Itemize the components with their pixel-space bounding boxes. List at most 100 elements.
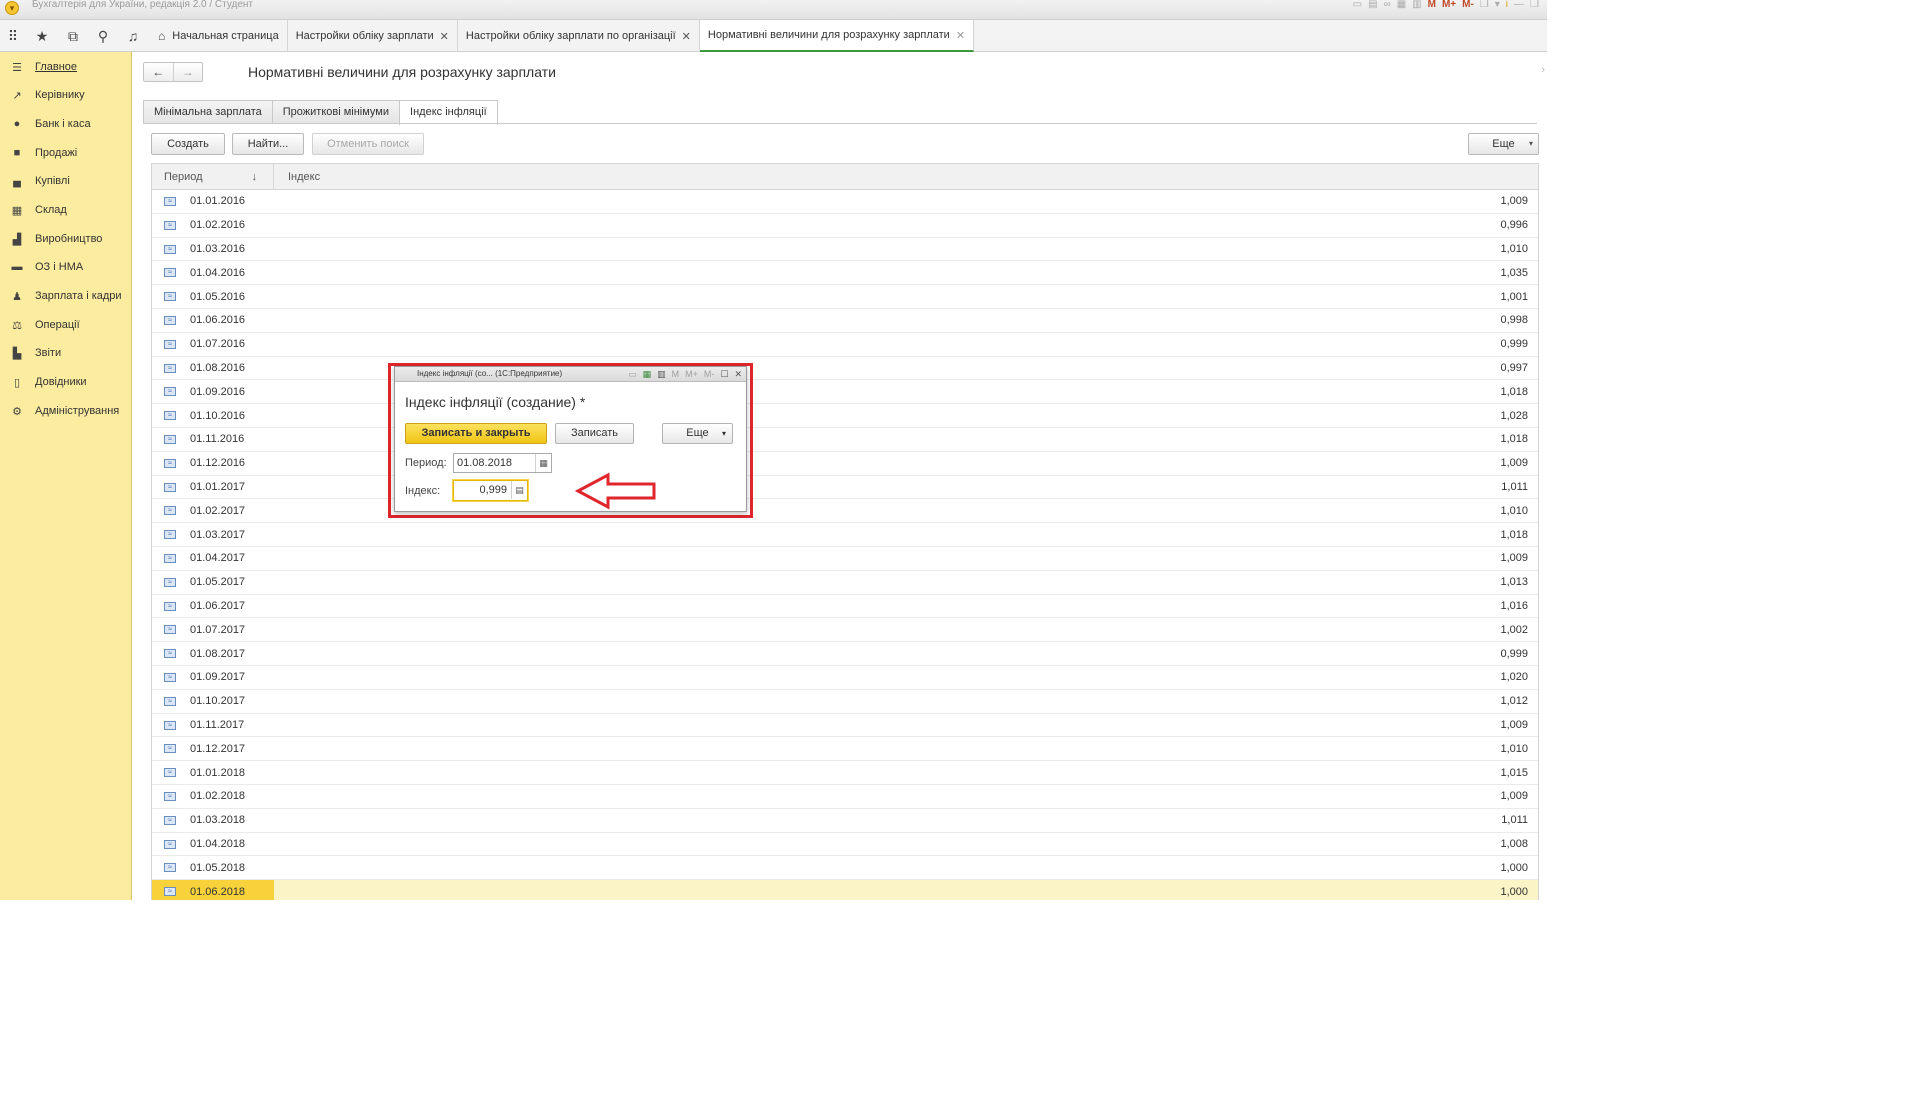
sidebar-item-main[interactable]: ☰ Главное: [0, 55, 132, 79]
find-button[interactable]: Найти...: [232, 133, 304, 155]
table-row[interactable]: ≈01.06.2017 1,016: [152, 595, 1538, 619]
sidebar-item-payroll-hr[interactable]: ♟ Зарплата і кадри: [0, 284, 132, 308]
table-row[interactable]: ≈01.04.2017 1,009: [152, 547, 1538, 571]
sidebar-item-sales[interactable]: ■ Продажі: [0, 141, 132, 165]
table-row[interactable]: ≈01.04.2018 1,008: [152, 833, 1538, 857]
app-logo-icon[interactable]: ▾: [5, 1, 19, 15]
link-icon[interactable]: ∞: [1384, 0, 1391, 10]
calc-icon[interactable]: ▦: [1397, 0, 1406, 10]
cancel-search-button[interactable]: Отменить поиск: [312, 133, 424, 155]
table-row[interactable]: ≈01.09.2016 1,018: [152, 380, 1538, 405]
apps-grid-icon[interactable]: ⠿: [3, 27, 23, 45]
save-button[interactable]: Записать: [555, 423, 634, 444]
period-field[interactable]: 01.08.2018 ▦: [453, 453, 552, 473]
memory-plus-button[interactable]: M+: [685, 368, 698, 380]
table-row[interactable]: ≈01.03.2017 1,018: [152, 523, 1538, 547]
print-icon[interactable]: ▭: [1353, 0, 1362, 10]
back-button[interactable]: ←: [144, 63, 173, 81]
tab-inflation-index[interactable]: Індекс інфляції: [399, 100, 498, 125]
calendar-icon[interactable]: ▦: [535, 454, 551, 472]
table-row[interactable]: ≈01.08.2017 0,999: [152, 642, 1538, 666]
minimize-icon[interactable]: —: [1514, 0, 1524, 10]
sidebar-item-directories[interactable]: ▯ Довідники: [0, 370, 132, 394]
save-and-close-button[interactable]: Записать и закрыть: [405, 423, 547, 444]
table-row[interactable]: ≈01.03.2016 1,010: [152, 238, 1538, 262]
table-row[interactable]: ≈01.02.2018 1,009: [152, 785, 1538, 809]
search-icon[interactable]: ⚲: [93, 27, 113, 45]
tab-normative-values[interactable]: Нормативні величини для розрахунку зарпл…: [699, 20, 975, 52]
subtab-divider: [143, 123, 1537, 124]
calendar-icon[interactable]: ▥: [657, 368, 666, 380]
table-row[interactable]: ≈01.07.2017 1,002: [152, 618, 1538, 643]
close-icon[interactable]: ✕: [682, 30, 691, 43]
table-row[interactable]: ≈01.04.2016 1,035: [152, 261, 1538, 286]
restore-icon[interactable]: ❐: [1530, 0, 1539, 10]
table-row[interactable]: ≈01.01.2016 1,009: [152, 190, 1538, 214]
table-row[interactable]: ≈01.12.2016 1,009: [152, 452, 1538, 476]
table-row[interactable]: ≈01.01.2017 1,011: [152, 476, 1538, 500]
record-icon: ≈: [164, 292, 176, 302]
table-row[interactable]: ≈01.11.2017 1,009: [152, 714, 1538, 738]
memory-m-button[interactable]: M: [672, 368, 680, 380]
sidebar-item-management[interactable]: ↗ Керівнику: [0, 83, 132, 107]
info-icon[interactable]: i: [1506, 0, 1508, 10]
column-period[interactable]: Период ↓: [152, 164, 274, 190]
tab-home[interactable]: ⌂ Начальная страница: [150, 20, 288, 52]
index-cell: 1,028: [1500, 409, 1528, 422]
table-row[interactable]: ≈01.12.2017 1,010: [152, 737, 1538, 762]
doc-icon[interactable]: ▭: [628, 368, 637, 380]
tab-minimum-wage[interactable]: Мінімальна зарплата: [143, 100, 273, 124]
dropdown-icon[interactable]: ▾: [1495, 0, 1500, 10]
memory-m-button[interactable]: M: [1428, 0, 1436, 10]
sidebar-item-warehouse[interactable]: ▦ Склад: [0, 198, 132, 222]
sidebar-item-administration[interactable]: ⚙ Адміністрування: [0, 399, 132, 423]
table-row[interactable]: ≈01.07.2016 0,999: [152, 333, 1538, 357]
calc-icon[interactable]: ▦: [643, 368, 652, 380]
sidebar-item-fixed-assets[interactable]: ▬ ОЗ і НМА: [0, 255, 132, 279]
table-row[interactable]: ≈01.03.2018 1,011: [152, 809, 1538, 833]
sidebar-item-reports[interactable]: ▙ Звіти: [0, 341, 132, 365]
create-button[interactable]: Создать: [151, 133, 225, 155]
sidebar-item-bank[interactable]: ● Банк і каса: [0, 112, 132, 136]
column-index[interactable]: Індекс: [288, 164, 320, 190]
calculator-icon[interactable]: ▤: [511, 481, 527, 499]
memory-minus-button[interactable]: M-: [1462, 0, 1474, 10]
table-row[interactable]: ≈01.10.2017 1,012: [152, 690, 1538, 714]
table-row[interactable]: ≈01.06.2016 0,998: [152, 309, 1538, 333]
more-button[interactable]: Еще ▾: [1468, 133, 1539, 155]
star-icon[interactable]: ★: [32, 27, 52, 45]
table-row[interactable]: ≈01.02.2016 0,996: [152, 214, 1538, 238]
table-row[interactable]: ≈01.05.2016 1,001: [152, 285, 1538, 309]
table-row[interactable]: ≈01.06.2018 1,000: [152, 880, 1538, 900]
dialog-more-button[interactable]: Еще ▾: [662, 423, 733, 444]
close-icon[interactable]: ✕: [734, 368, 742, 380]
close-icon[interactable]: ✕: [440, 30, 449, 43]
table-row[interactable]: ≈01.10.2016 1,028: [152, 404, 1538, 428]
windows-icon[interactable]: ❐: [1480, 0, 1489, 10]
period-cell: 01.11.2016: [190, 433, 245, 446]
close-icon[interactable]: ✕: [956, 29, 965, 42]
forward-button[interactable]: →: [172, 63, 203, 81]
memory-minus-button[interactable]: M-: [704, 368, 715, 380]
table-row[interactable]: ≈01.09.2017 1,020: [152, 666, 1538, 690]
bell-icon[interactable]: ♫: [123, 27, 143, 45]
table-row[interactable]: ≈01.05.2017 1,013: [152, 571, 1538, 595]
tab-payroll-settings[interactable]: Настройки обліку зарплати ✕: [288, 20, 458, 52]
tab-payroll-settings-org[interactable]: Настройки обліку зарплати по організації…: [458, 20, 700, 52]
tab-subsistence-minimums[interactable]: Прожиткові мінімуми: [271, 100, 401, 124]
calendar-icon[interactable]: ▥: [1412, 0, 1421, 10]
sidebar-item-operations[interactable]: ⚖ Операції: [0, 313, 132, 337]
memory-plus-button[interactable]: M+: [1442, 0, 1456, 10]
history-icon[interactable]: ⧉: [63, 27, 83, 45]
sidebar-item-purchases[interactable]: ▄ Купівлі: [0, 169, 132, 193]
table-row[interactable]: ≈01.01.2018 1,015: [152, 761, 1538, 785]
table-row[interactable]: ≈01.02.2017 1,010: [152, 499, 1538, 524]
index-field[interactable]: 0,999 ▤: [453, 480, 528, 501]
maximize-icon[interactable]: ☐: [720, 368, 728, 380]
table-row[interactable]: ≈01.08.2016 0,997: [152, 357, 1538, 381]
table-row[interactable]: ≈01.05.2018 1,000: [152, 856, 1538, 881]
sidebar-item-production[interactable]: ▟ Виробництво: [0, 227, 132, 251]
chevron-right-icon[interactable]: ›: [1541, 64, 1545, 76]
preview-icon[interactable]: ▤: [1368, 0, 1377, 10]
table-row[interactable]: ≈01.11.2016 1,018: [152, 428, 1538, 452]
